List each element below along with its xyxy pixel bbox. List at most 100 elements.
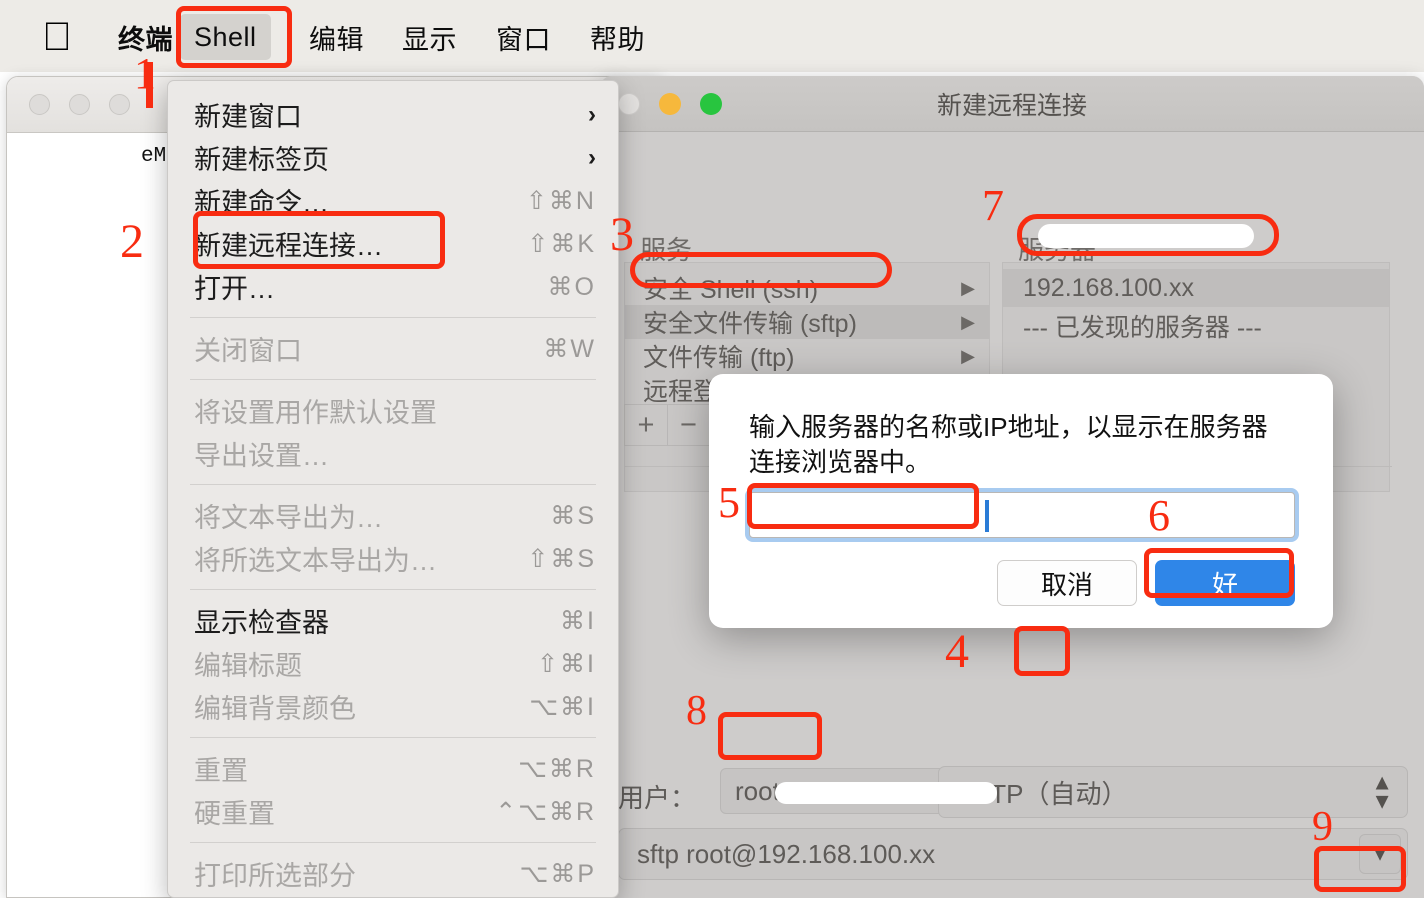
menu-item-open[interactable]: 打开… ⌘O bbox=[168, 265, 618, 308]
menu-item-show-inspector[interactable]: 显示检查器 ⌘I bbox=[168, 599, 618, 642]
annotation-number-3: 3 bbox=[610, 208, 634, 261]
menu-item-close-window[interactable]: 关闭窗口 ⌘W bbox=[168, 327, 618, 370]
menu-item-label: 硬重置 bbox=[194, 799, 275, 829]
user-value: root bbox=[735, 775, 780, 806]
menu-item-label: 导出设置… bbox=[194, 441, 329, 471]
menu-item-edit-background-color[interactable]: 编辑背景颜色 ⌥⌘I bbox=[168, 685, 618, 728]
chevron-down-icon[interactable]: ▾ bbox=[1359, 834, 1401, 874]
menu-item-shortcut: ⌃⌥⌘R bbox=[495, 797, 596, 826]
menu-item-shortcut: ⌥⌘P bbox=[519, 859, 596, 888]
command-combo[interactable]: sftp root@192.168.100.xx ▾ bbox=[618, 828, 1408, 880]
redaction-server-row bbox=[1038, 224, 1254, 248]
menu-item-label: 新建窗口 bbox=[194, 102, 302, 132]
window-title: 新建远程连接 bbox=[936, 91, 1087, 120]
server-item-selected[interactable]: 192.168.100.xx bbox=[1003, 269, 1389, 307]
annotation-number-6: 6 bbox=[1148, 491, 1170, 540]
menu-item-new-tab[interactable]: 新建标签页 › bbox=[168, 136, 618, 179]
annotation-number-5: 5 bbox=[718, 478, 740, 527]
stepper-updown-icon[interactable]: ▲ ▼ bbox=[1371, 771, 1393, 812]
menu-separator bbox=[190, 842, 596, 843]
user-label: 用户： bbox=[618, 783, 697, 813]
protocol-select[interactable]: SFTP（自动） ▲ ▼ bbox=[938, 766, 1408, 818]
menu-item-export-selected-text-as[interactable]: 将所选文本导出为… ⇧⌘S bbox=[168, 537, 618, 580]
menubar-label: 显示 bbox=[402, 24, 457, 55]
close-button-icon[interactable] bbox=[29, 94, 50, 115]
chevron-right-icon: ▶ bbox=[961, 277, 975, 298]
service-label: 文件传输 (ftp) bbox=[643, 344, 795, 372]
menu-separator bbox=[190, 317, 596, 318]
menu-item-print-selection[interactable]: 打印所选部分 ⌥⌘P bbox=[168, 852, 618, 895]
add-server-dialog: 输入服务器的名称或IP地址，以显示在服务器连接浏览器中。 192.168.100… bbox=[709, 374, 1333, 628]
menu-item-export-text-as[interactable]: 将文本导出为… ⌘S bbox=[168, 494, 618, 537]
service-item-ftp[interactable]: 文件传输 (ftp) ▶ bbox=[625, 339, 989, 373]
menu-item-label: 新建命令… bbox=[194, 188, 329, 218]
server-name-input[interactable]: 192.168.100.xx bbox=[749, 492, 1295, 538]
ok-button[interactable]: 好 bbox=[1155, 560, 1295, 606]
shell-dropdown-menu[interactable]: 新建窗口 › 新建标签页 › 新建命令… ⇧⌘N 新建远程连接… ⇧⌘K 打开…… bbox=[167, 80, 619, 898]
server-item-discovered-header: --- 已发现的服务器 --- bbox=[1003, 307, 1389, 345]
menu-item-label: 编辑背景颜色 bbox=[194, 694, 356, 724]
apple-logo-icon[interactable]:  bbox=[40, 17, 74, 57]
menu-item-label: 关闭窗口 bbox=[194, 336, 302, 366]
service-item-sftp[interactable]: 安全文件传输 (sftp) ▶ bbox=[625, 305, 989, 339]
service-add-button[interactable]: + bbox=[624, 404, 667, 446]
menu-item-new-remote-connection[interactable]: 新建远程连接… ⇧⌘K bbox=[168, 222, 618, 265]
screen-root:  终端 Shell 编辑 显示 窗口 帮助 eMac 新建远程连接 服 bbox=[0, 0, 1424, 898]
menubar-item-window[interactable]: 窗口 bbox=[482, 14, 565, 60]
minimize-button-icon[interactable] bbox=[69, 94, 90, 115]
server-label: --- 已发现的服务器 --- bbox=[1023, 314, 1262, 342]
menubar-item-view[interactable]: 显示 bbox=[388, 14, 471, 60]
text-caret bbox=[985, 500, 989, 532]
chevron-right-icon: ▶ bbox=[961, 345, 975, 366]
menu-item-shortcut: ⌘W bbox=[543, 334, 596, 363]
menu-item-new-command[interactable]: 新建命令… ⇧⌘N bbox=[168, 179, 618, 222]
menubar-item-shell[interactable]: Shell bbox=[180, 14, 271, 60]
remote-window-titlebar[interactable]: 新建远程连接 bbox=[600, 76, 1424, 132]
annotation-number-4: 4 bbox=[945, 625, 969, 678]
menu-item-label: 将设置用作默认设置 bbox=[194, 398, 437, 428]
menu-item-hard-reset[interactable]: 硬重置 ⌃⌥⌘R bbox=[168, 790, 618, 833]
chevron-right-icon: ▶ bbox=[961, 311, 975, 332]
service-addremove-group[interactable]: + − bbox=[624, 404, 710, 446]
menubar-label: 窗口 bbox=[496, 24, 551, 55]
menu-item-export-settings[interactable]: 导出设置… bbox=[168, 432, 618, 475]
menu-item-label: 编辑标题 bbox=[194, 651, 302, 681]
service-item-ssh[interactable]: 安全 Shell (ssh) ▶ bbox=[625, 271, 989, 305]
menu-separator bbox=[190, 484, 596, 485]
menu-item-edit-title[interactable]: 编辑标题 ⇧⌘I bbox=[168, 642, 618, 685]
menu-item-label: 将所选文本导出为… bbox=[194, 546, 437, 576]
service-label: 安全文件传输 (sftp) bbox=[643, 310, 857, 338]
chevron-right-icon: › bbox=[588, 100, 596, 128]
menu-item-shortcut: ⌘S bbox=[550, 501, 596, 530]
menu-item-shortcut: ⌘I bbox=[560, 606, 596, 635]
menu-item-shortcut: ⌘O bbox=[547, 272, 596, 301]
menu-item-label: 重置 bbox=[194, 756, 248, 786]
menu-separator bbox=[190, 589, 596, 590]
menu-item-reset[interactable]: 重置 ⌥⌘R bbox=[168, 747, 618, 790]
menubar-item-help[interactable]: 帮助 bbox=[576, 14, 659, 60]
server-label: 192.168.100.xx bbox=[1023, 273, 1194, 302]
menu-item-new-window[interactable]: 新建窗口 › bbox=[168, 93, 618, 136]
zoom-button-icon[interactable] bbox=[109, 94, 130, 115]
menu-separator bbox=[190, 737, 596, 738]
menu-item-label: 显示检查器 bbox=[194, 608, 329, 638]
menu-item-use-settings-as-default[interactable]: 将设置用作默认设置 bbox=[168, 389, 618, 432]
menu-item-shortcut: ⇧⌘N bbox=[525, 186, 596, 215]
menu-item-shortcut: ⌥⌘R bbox=[518, 754, 596, 783]
menu-separator bbox=[190, 379, 596, 380]
menubar-item-edit[interactable]: 编辑 bbox=[295, 14, 378, 60]
annotation-number-9: 9 bbox=[1312, 804, 1333, 850]
menu-item-label: 新建标签页 bbox=[194, 145, 329, 175]
command-value: sftp root@192.168.100.xx bbox=[637, 838, 936, 869]
menu-item-shortcut: ⌥⌘I bbox=[529, 692, 596, 721]
service-remove-button[interactable]: − bbox=[667, 404, 710, 446]
annotation-number-8: 8 bbox=[686, 688, 707, 734]
menu-item-label: 打印所选部分 bbox=[194, 861, 356, 891]
menu-item-shortcut: ⇧⌘I bbox=[537, 649, 596, 678]
menu-item-label: 打开… bbox=[194, 274, 275, 304]
menubar-label: Shell bbox=[194, 21, 257, 52]
redaction-command bbox=[775, 782, 997, 804]
annotation-number-1: 1 bbox=[134, 49, 156, 98]
cancel-button[interactable]: 取消 bbox=[997, 560, 1137, 606]
annotation-number-7: 7 bbox=[982, 181, 1004, 230]
